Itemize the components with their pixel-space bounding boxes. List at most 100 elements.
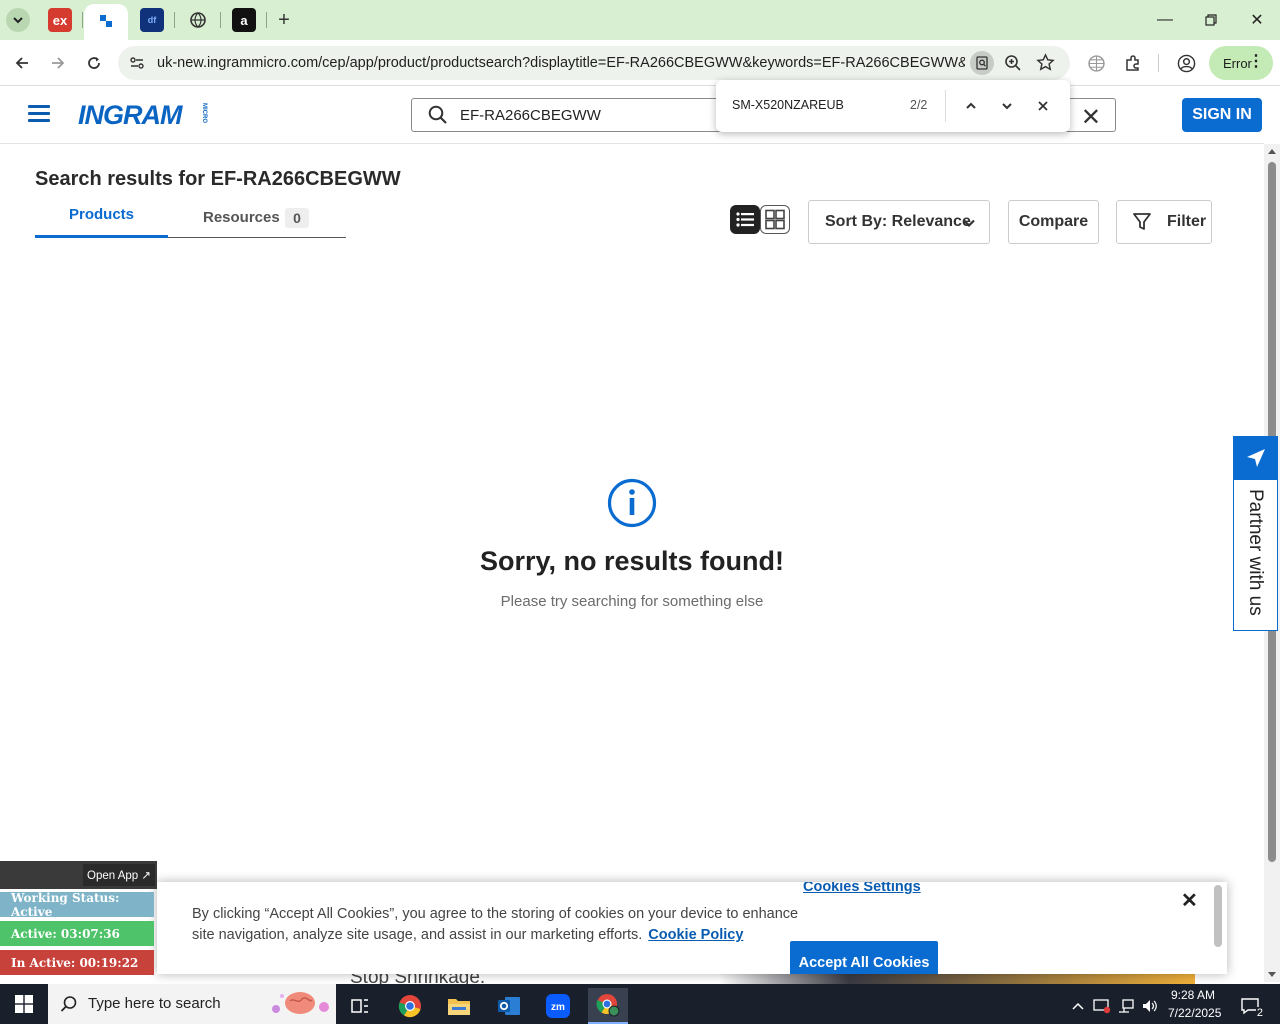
chrome-icon [398,995,421,1018]
list-view-button[interactable] [730,205,760,234]
extensions-button[interactable] [1120,50,1146,76]
find-input[interactable]: SM-X520NZAREUB [732,98,844,112]
restore-button[interactable] [1188,8,1234,32]
scroll-up-icon[interactable] [1264,146,1280,156]
globe-icon [190,12,206,28]
tab-df-favicon[interactable]: df [140,8,164,32]
arrow-right-icon [52,57,65,69]
filter-icon [1133,213,1151,230]
sign-in-button[interactable]: SIGN IN [1182,98,1262,132]
toolbar-divider [1158,54,1159,72]
svg-text:zm: zm [551,1002,565,1013]
search-input[interactable]: EF-RA266CBEGWW [460,107,601,124]
browser-toolbar: uk-new.ingrammicro.com/cep/app/product/p… [0,40,1280,86]
tab-separator [82,12,83,28]
notifications-button[interactable]: 2 [1234,988,1266,1024]
chrome-profile-taskbar-button[interactable] [588,988,628,1024]
zoom-button[interactable] [1004,54,1022,77]
working-status: Working Status: Active [0,891,154,919]
resources-count-badge: 0 [285,208,309,228]
tab-products[interactable]: Products [35,200,168,238]
cookies-settings-link[interactable]: Cookies Settings [803,882,921,895]
find-previous-button[interactable] [959,94,983,118]
notification-count: 2 [1255,1007,1264,1019]
file-explorer-button[interactable] [439,988,479,1024]
active-time: Active: 03:07:36 [0,921,154,946]
open-app-button[interactable]: Open App ↗ [83,864,155,886]
outlook-button[interactable] [489,988,529,1024]
grid-view-button[interactable] [760,205,790,234]
new-tab-button[interactable]: + [272,8,296,32]
sort-dropdown[interactable]: Sort By: Relevance [808,200,990,244]
partner-with-us-tab[interactable]: Partner with us [1233,436,1278,631]
address-bar[interactable]: uk-new.ingrammicro.com/cep/app/product/p… [118,46,1070,80]
cookie-close-icon[interactable]: ✕ [1181,888,1198,913]
menu-icon[interactable] [28,105,50,123]
clear-search-icon[interactable]: ✕ [1081,103,1101,132]
logo-micro-text: MICRO [201,103,207,123]
find-match-count: 2/2 [910,98,928,112]
scroll-down-icon[interactable] [1264,970,1280,980]
close-icon [1038,101,1048,111]
ingram-logo[interactable]: INGRAM [78,100,182,131]
find-divider [945,90,946,122]
tab-active-ingram[interactable] [84,4,128,40]
site-info-icon[interactable] [129,55,145,71]
folder-icon [448,999,470,1015]
zoom-app-icon: zm [546,994,570,1018]
close-window-button[interactable]: ✕ [1234,8,1280,32]
start-button[interactable] [0,984,48,1024]
tab-resources[interactable]: Resources [203,209,280,226]
clock-time[interactable]: 9:28 AM [1171,988,1215,1002]
cookie-text: By clicking “Accept All Cookies”, you ag… [192,904,812,946]
globe-grid-icon [1087,54,1105,72]
reload-icon [88,57,100,69]
tab-amazon-favicon[interactable]: a [232,8,256,32]
filter-button[interactable]: Filter [1116,200,1212,244]
compare-button[interactable]: Compare [1008,200,1099,244]
partner-label: Partner with us [1245,489,1266,616]
network-icon [1119,999,1134,1013]
cookie-scrollbar[interactable] [1214,885,1222,947]
browser-tab-bar: ex df a + — ✕ [0,0,1280,40]
taskbar-search[interactable]: Type here to search [48,984,336,1024]
extension-globe-button[interactable] [1083,50,1109,76]
url-text[interactable]: uk-new.ingrammicro.com/cep/app/product/p… [157,55,965,71]
tab-separator [266,12,267,28]
arrow-left-icon [15,57,28,69]
zoom-app-button[interactable]: zm [538,988,578,1024]
security-tray-button[interactable] [1090,988,1114,1024]
restore-icon [1205,14,1217,26]
brain-illustration-icon [272,992,329,1014]
find-close-button[interactable] [1031,94,1055,118]
clock-date[interactable]: 7/22/2025 [1168,1006,1221,1020]
minimize-button[interactable]: — [1142,8,1188,32]
task-view-button[interactable] [340,988,380,1024]
reload-button[interactable] [81,50,107,76]
profile-icon [1177,54,1195,72]
accept-all-cookies-button[interactable]: Accept All Cookies [790,941,938,974]
back-button[interactable] [9,50,35,76]
chrome-profile-icon [596,994,620,1017]
tab-separator [220,12,221,28]
tab-list-button[interactable] [6,8,30,32]
info-icon [607,478,657,528]
page-title: Search results for EF-RA266CBEGWW [35,168,401,190]
task-view-icon [351,999,368,1013]
cookie-policy-link[interactable]: Cookie Policy [648,927,743,943]
profile-button[interactable] [1173,50,1199,76]
chrome-taskbar-button[interactable] [390,988,430,1024]
tab-globe-favicon[interactable] [186,8,210,32]
find-in-page-button[interactable] [970,51,994,75]
tab-ex-favicon[interactable]: ex [48,8,72,32]
zoom-icon [1005,55,1021,71]
browser-error-button[interactable]: Error ⋮ [1209,46,1273,80]
volume-button[interactable] [1138,988,1162,1024]
chevron-down-icon [963,219,975,228]
network-button[interactable] [1114,988,1138,1024]
find-next-button[interactable] [995,94,1019,118]
forward-button[interactable] [45,50,71,76]
bookmark-button[interactable] [1036,53,1055,77]
find-page-icon [976,56,988,70]
show-hidden-icons-button[interactable] [1066,988,1090,1024]
